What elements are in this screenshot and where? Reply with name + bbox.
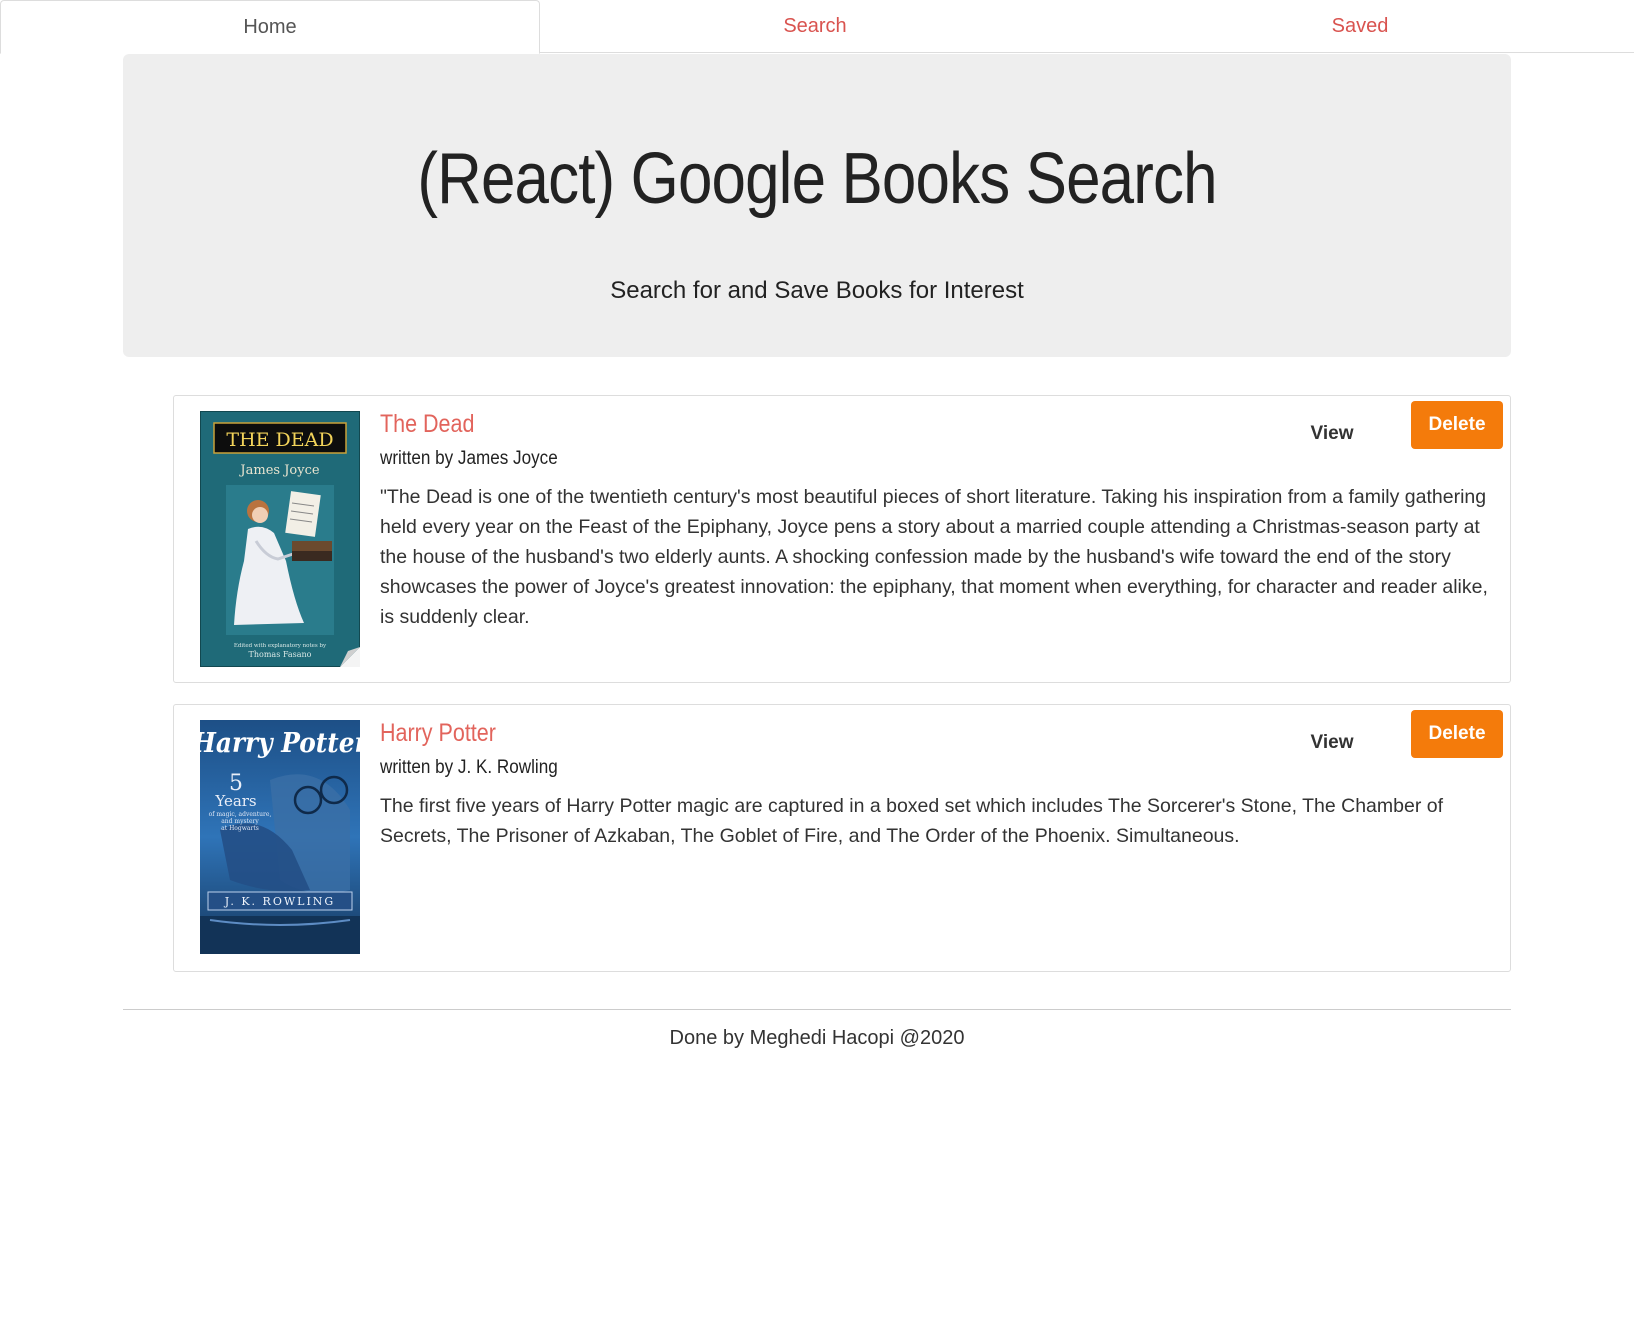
- tab-saved[interactable]: Saved: [1090, 0, 1630, 53]
- cover-tagline-3: at Hogwarts: [221, 825, 259, 832]
- tab-search[interactable]: Search: [545, 0, 1085, 53]
- book-author: written by James Joyce: [380, 448, 558, 469]
- book-author: written by J. K. Rowling: [380, 757, 558, 778]
- book-cover-image: THE DEAD James Joyce Edited with explana…: [200, 411, 360, 667]
- delete-button[interactable]: Delete: [1411, 710, 1503, 758]
- view-button[interactable]: View: [1292, 414, 1372, 454]
- book-title: The Dead: [380, 410, 475, 438]
- cover-tagline-1: of magic, adventure,: [209, 811, 272, 818]
- page-title: (React) Google Books Search: [417, 139, 1217, 219]
- cover-title: Harry Potter: [200, 728, 360, 759]
- cover-author: James Joyce: [238, 463, 319, 478]
- cover-footer-line2: Thomas Fasano: [249, 650, 312, 659]
- book-description: "The Dead is one of the twentieth centur…: [380, 486, 1488, 628]
- cover-title: THE DEAD: [226, 429, 333, 451]
- book-card: Harry Potter 5 Years of magic, adventure…: [173, 704, 1511, 972]
- book-description: The first five years of Harry Potter mag…: [380, 795, 1443, 847]
- delete-button[interactable]: Delete: [1411, 401, 1503, 449]
- book-card: THE DEAD James Joyce Edited with explana…: [173, 395, 1511, 683]
- cover-years: Years: [214, 792, 256, 810]
- book-cover-image: Harry Potter 5 Years of magic, adventure…: [200, 720, 360, 954]
- footer-credit: Done by Meghedi Hacopi @2020: [669, 1027, 965, 1049]
- book-title: Harry Potter: [380, 719, 496, 747]
- jumbotron: (React) Google Books Search Search for a…: [123, 54, 1511, 357]
- nav-tabs: Home Search Saved: [0, 0, 1634, 54]
- view-button[interactable]: View: [1292, 723, 1372, 763]
- tab-home[interactable]: Home: [0, 0, 540, 54]
- cover-author: J. K. ROWLING: [224, 895, 335, 908]
- cover-footer-line1: Edited with explanatory notes by: [234, 643, 327, 649]
- footer-divider: [123, 1009, 1511, 1010]
- page-subtitle: Search for and Save Books for Interest: [610, 277, 1024, 304]
- cover-tagline-2: and mystery: [221, 818, 259, 825]
